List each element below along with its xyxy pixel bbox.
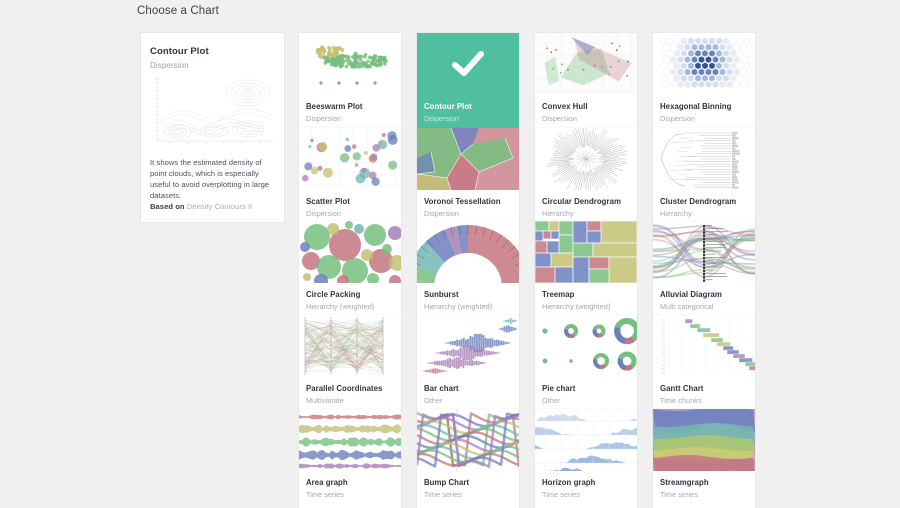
chart-card-area-graph[interactable]: Area graph Time series [299,409,401,508]
chart-card-title: Sunburst [424,290,512,300]
chart-card-title: Circular Dendrogram [542,197,630,207]
chart-card-subtitle: Time series [424,490,512,500]
chart-card-subtitle: Hierarchy [660,209,748,219]
chart-card-parallel-coordinates[interactable]: Parallel Coordinates Multivariate [299,315,401,414]
chart-card-subtitle: Other [424,396,512,406]
chart-card-title: Streamgraph [660,478,748,488]
chart-card-beeswarm-plot[interactable]: Beeswarm Plot Dispersion [299,33,401,132]
chart-card-title: Circle Packing [306,290,394,300]
detail-description: It shows the estimated density of point … [150,157,272,212]
chart-card-title: Gantt Chart [660,384,748,394]
chart-card-title: Bar chart [424,384,512,394]
chart-card-subtitle: Time series [660,490,748,500]
convex-hull-thumbnail [535,33,637,95]
chart-card-title: Alluvial Diagram [660,290,748,300]
chart-card-subtitle: Dispersion [306,114,394,124]
chart-card-title: Scatter Plot [306,197,394,207]
chart-card-subtitle: Dispersion [424,114,512,124]
circle-packing-thumbnail [299,221,401,283]
chart-card-gantt-chart[interactable]: Gantt Chart Time chunks [653,315,755,414]
circular-dendrogram-thumbnail [535,128,637,190]
chart-card-title: Beeswarm Plot [306,102,394,112]
chart-card-title: Treemap [542,290,630,300]
chart-card-treemap[interactable]: Treemap Hierarchy (weighted) [535,221,637,320]
detail-panel: Contour Plot Dispersion [141,33,284,222]
gantt-thumbnail [653,315,755,377]
pie-chart-thumbnail [535,315,637,377]
contour-plot-thumbnail [150,75,276,147]
chart-card-bar-chart[interactable]: Bar chart Other [417,315,519,414]
parallel-coordinates-thumbnail [299,315,401,377]
chart-card-subtitle: Dispersion [542,114,630,124]
chart-card-subtitle: Dispersion [424,209,512,219]
sunburst-thumbnail [417,221,519,283]
chart-card-voronoi-tessellation[interactable]: Voronoi Tessellation Dispersion [417,128,519,227]
bump-chart-thumbnail [417,409,519,471]
chart-card-alluvial-diagram[interactable]: Alluvial Diagram Multi categorical [653,221,755,320]
chart-card-subtitle: Hierarchy (weighted) [306,302,394,312]
chart-card-subtitle: Hierarchy (weighted) [542,302,630,312]
bar-chart-thumbnail [417,315,519,377]
chart-card-subtitle: Time series [542,490,630,500]
chart-card-label: Beeswarm Plot Dispersion [299,95,401,132]
alluvial-thumbnail [653,221,755,283]
chart-card-title: Hexagonal Binning [660,102,748,112]
chart-card-title: Voronoi Tessellation [424,197,512,207]
chart-card-label: Convex Hull Dispersion [535,95,637,132]
chart-card-pie-chart[interactable]: Pie chart Other [535,315,637,414]
chart-card-scatter-plot[interactable]: Scatter Plot Dispersion [299,128,401,227]
chart-card-label: Horizon graph Time series [535,471,637,508]
streamgraph-thumbnail [653,409,755,471]
chart-card-subtitle: Hierarchy (weighted) [424,302,512,312]
area-graph-thumbnail [299,409,401,471]
chart-card-subtitle: Time chunks [660,396,748,406]
chart-card-title: Parallel Coordinates [306,384,394,394]
chart-card-subtitle: Multi categorical [660,302,748,312]
chart-card-cluster-dendrogram[interactable]: Cluster Dendrogram Hierarchy [653,128,755,227]
chart-card-label: Streamgraph Time series [653,471,755,508]
chart-card-label: Area graph Time series [299,471,401,508]
chart-card-streamgraph[interactable]: Streamgraph Time series [653,409,755,508]
detail-based-on: Based on Density Contours II [150,201,272,212]
detail-subtitle: Dispersion [150,61,189,70]
based-on-label: Based on [150,202,185,211]
chart-card-title: Bump Chart [424,478,512,488]
chart-card-bump-chart[interactable]: Bump Chart Time series [417,409,519,508]
chart-card-circular-dendrogram[interactable]: Circular Dendrogram Hierarchy [535,128,637,227]
chart-card-label: Hexagonal Binning Dispersion [653,95,755,132]
chart-card-contour-plot[interactable]: Contour Plot Dispersion [417,33,519,132]
chart-card-convex-hull[interactable]: Convex Hull Dispersion [535,33,637,132]
hexbin-thumbnail [653,33,755,95]
chart-card-subtitle: Other [542,396,630,406]
page-title: Choose a Chart [137,5,219,17]
chart-card-label: Bump Chart Time series [417,471,519,508]
chart-card-title: Contour Plot [424,102,512,112]
detail-title: Contour Plot [150,46,209,57]
cluster-dendrogram-thumbnail [653,128,755,190]
chart-card-subtitle: Time series [306,490,394,500]
chart-card-circle-packing[interactable]: Circle Packing Hierarchy (weighted) [299,221,401,320]
based-on-source[interactable]: Density Contours II [187,202,253,211]
beeswarm-thumbnail [299,33,401,95]
scatter-thumbnail [299,128,401,190]
chart-card-title: Cluster Dendrogram [660,197,748,207]
chart-card-title: Convex Hull [542,102,630,112]
chart-card-title: Area graph [306,478,394,488]
chart-card-subtitle: Dispersion [660,114,748,124]
chart-card-title: Horizon graph [542,478,630,488]
horizon-graph-thumbnail [535,409,637,471]
chart-card-title: Pie chart [542,384,630,394]
chart-card-subtitle: Multivariate [306,396,394,406]
detail-description-text: It shows the estimated density of point … [150,158,269,200]
voronoi-thumbnail [417,128,519,190]
treemap-thumbnail [535,221,637,283]
chart-card-hexagonal-binning[interactable]: Hexagonal Binning Dispersion [653,33,755,132]
chart-card-subtitle: Dispersion [306,209,394,219]
chart-card-subtitle: Hierarchy [542,209,630,219]
chart-card-horizon-graph[interactable]: Horizon graph Time series [535,409,637,508]
chart-card-sunburst[interactable]: Sunburst Hierarchy (weighted) [417,221,519,320]
check-icon [417,33,519,95]
chart-chooser-page: Choose a Chart Contour Plot Dispersion [0,0,900,501]
chart-card-label: Contour Plot Dispersion [417,95,519,132]
